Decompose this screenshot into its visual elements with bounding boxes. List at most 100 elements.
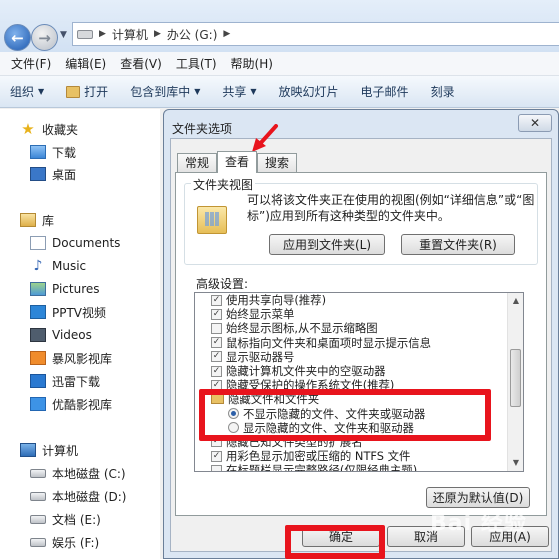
menu-tools[interactable]: 工具(T) — [169, 55, 224, 72]
history-dropdown-icon[interactable]: ▼ — [60, 30, 67, 40]
nav-pptv[interactable]: PPTV视频 — [30, 301, 106, 323]
nav-xunlei[interactable]: 迅雷下载 — [30, 370, 100, 392]
menu-help[interactable]: 帮助(H) — [224, 55, 280, 72]
tab-general[interactable]: 常规 — [177, 153, 218, 173]
scroll-down-icon[interactable]: ▼ — [508, 455, 523, 471]
caret-down-icon: ▼ — [38, 87, 45, 96]
share-button[interactable]: 共享 ▼ — [222, 83, 256, 100]
computer-icon — [20, 443, 36, 457]
reset-folders-button[interactable]: 重置文件夹(R) — [401, 234, 515, 255]
organize-button[interactable]: 组织 ▼ — [10, 83, 44, 100]
address-bar-area: ← → ▼ ▶ 计算机 ▶ 办公 (G:) ▶ — [0, 0, 559, 52]
nav-baofeng[interactable]: 暴风影视库 — [30, 347, 112, 369]
tab-search[interactable]: 搜索 — [257, 153, 298, 173]
checkbox[interactable]: ✓ — [211, 365, 222, 377]
tab-strip: 常规 查看 搜索 — [177, 151, 298, 173]
apply-to-folders-button[interactable]: 应用到文件夹(L) — [269, 234, 385, 255]
advanced-settings-list[interactable]: ✓ 使用共享向导(推荐) ✓ 始终显示菜单 始终显示图标,从不显示缩略图 ✓ 鼠标指向… — [194, 292, 524, 472]
chevron-right-icon[interactable]: ▶ — [223, 29, 230, 39]
setting-row[interactable]: ✓ 鼠标指向文件夹和桌面项时显示提示信息 — [195, 336, 523, 350]
checkbox[interactable] — [211, 464, 222, 471]
checkbox[interactable]: ✓ — [211, 308, 222, 320]
email-label: 电子邮件 — [360, 85, 409, 99]
nav-youku[interactable]: 优酷影视库 — [30, 393, 112, 415]
caret-down-icon: ▼ — [250, 87, 257, 96]
nav-label: Videos — [52, 328, 92, 342]
setting-row[interactable]: ✓ 隐藏计算机文件夹中的空驱动器 — [195, 364, 523, 378]
setting-label: 在标题栏显示完整路径(仅限经典主题) — [226, 463, 418, 472]
hard-disk-icon — [30, 537, 46, 547]
address-box[interactable]: ▶ 计算机 ▶ 办公 (G:) ▶ — [72, 22, 559, 46]
setting-row[interactable]: ✓ 显示驱动器号 — [195, 350, 523, 364]
checkbox[interactable]: ✓ — [211, 294, 222, 306]
open-folder-icon — [66, 85, 81, 98]
checkbox[interactable]: ✓ — [211, 450, 222, 462]
chevron-right-icon[interactable]: ▶ — [99, 29, 106, 39]
nav-drive-e[interactable]: 文档 (E:) — [30, 508, 101, 530]
nav-libraries[interactable]: 库 — [20, 209, 54, 231]
menu-file[interactable]: 文件(F) — [4, 55, 58, 72]
close-button[interactable]: ✕ — [518, 114, 552, 132]
nav-videos[interactable]: Videos — [30, 324, 92, 346]
youku-icon — [30, 397, 46, 411]
folder-view-group: 文件夹视图 可以将该文件夹正在使用的视图(例如“详细信息”或“图标”)应用到所有… — [184, 176, 538, 265]
folder-view-label: 文件夹视图 — [191, 176, 256, 193]
folder-view-description: 可以将该文件夹正在使用的视图(例如“详细信息”或“图标”)应用到所有这种类型的文… — [247, 193, 535, 223]
chevron-right-icon[interactable]: ▶ — [154, 29, 161, 39]
burn-button[interactable]: 刻录 — [431, 83, 455, 100]
nav-drive-c[interactable]: 本地磁盘 (C:) — [30, 462, 126, 484]
library-icon — [20, 213, 36, 227]
vertical-scrollbar[interactable]: ▲ ▼ — [507, 293, 523, 471]
checkbox[interactable]: ✓ — [211, 351, 222, 363]
dialog-title: 文件夹选项 — [172, 122, 233, 136]
nav-drive-f[interactable]: 娱乐 (F:) — [30, 531, 99, 553]
menu-bar: 文件(F) 编辑(E) 查看(V) 工具(T) 帮助(H) — [0, 52, 559, 76]
hard-disk-icon — [30, 468, 46, 478]
back-button[interactable]: ← — [4, 24, 31, 51]
scroll-thumb[interactable] — [510, 349, 521, 407]
setting-row[interactable]: ✓ 使用共享向导(推荐) — [195, 293, 523, 307]
arrow-right-icon: → — [38, 28, 51, 47]
nav-label: 库 — [42, 213, 55, 228]
nav-label: 本地磁盘 (C:) — [52, 466, 126, 481]
menu-edit[interactable]: 编辑(E) — [58, 55, 113, 72]
slideshow-button[interactable]: 放映幻灯片 — [279, 83, 339, 100]
nav-drive-d[interactable]: 本地磁盘 (D:) — [30, 485, 126, 507]
caret-down-icon: ▼ — [194, 87, 201, 96]
nav-pictures[interactable]: Pictures — [30, 278, 100, 300]
star-icon: ★ — [21, 120, 35, 138]
nav-music[interactable]: ♪ Music — [30, 255, 87, 277]
nav-label: Documents — [52, 236, 121, 250]
nav-computer[interactable]: 计算机 — [20, 439, 78, 461]
annotation-highlight-box — [199, 389, 491, 441]
checkbox[interactable] — [211, 322, 222, 334]
nav-downloads[interactable]: 下载 — [30, 141, 76, 163]
hard-disk-icon — [30, 491, 46, 501]
email-button[interactable]: 电子邮件 — [361, 83, 409, 100]
organize-label: 组织 — [10, 85, 35, 99]
checkbox[interactable]: ✓ — [211, 337, 222, 349]
breadcrumb-computer[interactable]: 计算机 — [112, 26, 148, 43]
setting-row[interactable]: ✓ 用彩色显示加密或压缩的 NTFS 文件 — [195, 449, 523, 463]
nav-favorites[interactable]: ★ 收藏夹 — [20, 118, 78, 140]
forward-button[interactable]: → — [31, 24, 58, 51]
scroll-up-icon[interactable]: ▲ — [508, 293, 523, 309]
nav-desktop[interactable]: 桌面 — [30, 163, 76, 185]
nav-label: 迅雷下载 — [52, 374, 101, 389]
drive-icon — [77, 29, 93, 39]
nav-documents[interactable]: Documents — [30, 232, 120, 254]
command-bar: 组织 ▼ 打开 包含到库中 ▼ 共享 ▼ 放映幻灯片 电子邮件 刻录 — [0, 76, 559, 108]
setting-row[interactable]: ✓ 始终显示菜单 — [195, 307, 523, 321]
annotation-arrow-icon — [252, 124, 278, 152]
setting-row[interactable]: 始终显示图标,从不显示缩略图 — [195, 321, 523, 335]
folder-view-icon — [197, 206, 227, 234]
nav-label: 娱乐 (F:) — [52, 535, 100, 550]
nav-label: Pictures — [52, 282, 100, 296]
open-button[interactable]: 打开 — [66, 83, 108, 100]
breadcrumb-drive-g[interactable]: 办公 (G:) — [167, 26, 218, 43]
xunlei-icon — [30, 374, 46, 388]
setting-row[interactable]: 在标题栏显示完整路径(仅限经典主题) — [195, 463, 523, 472]
include-in-library-button[interactable]: 包含到库中 ▼ — [130, 83, 200, 100]
tab-view[interactable]: 查看 — [217, 151, 258, 173]
menu-view[interactable]: 查看(V) — [113, 55, 169, 72]
